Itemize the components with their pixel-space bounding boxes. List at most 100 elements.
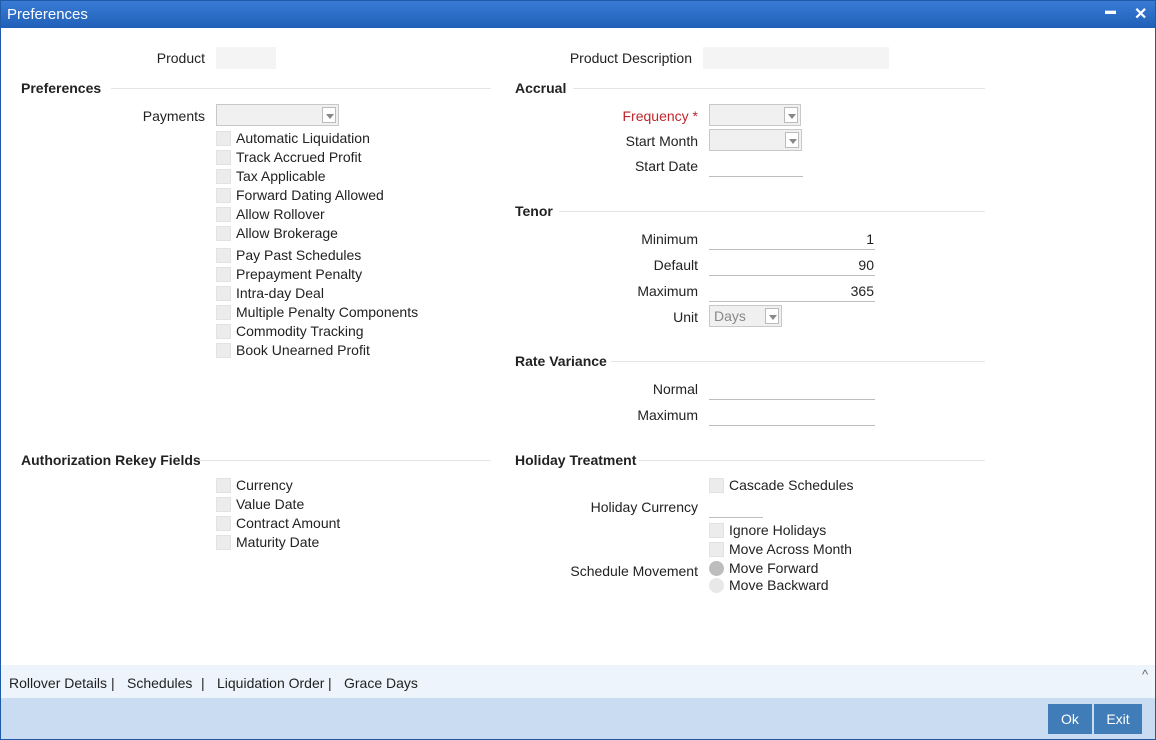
ignore-holidays-checkbox[interactable] [709, 523, 724, 538]
tenor-maximum-label: Maximum [637, 283, 698, 299]
minimize-icon[interactable]: ▬ [1105, 5, 1116, 17]
track-accrued-profit-label: Track Accrued Profit [236, 149, 362, 165]
book-unearned-profit-checkbox[interactable] [216, 343, 231, 358]
rekey-currency-label: Currency [236, 477, 293, 493]
prepayment-penalty-checkbox[interactable] [216, 267, 231, 282]
holiday-divider [639, 460, 985, 461]
rate-normal-label: Normal [652, 381, 698, 397]
start-date-field[interactable] [709, 155, 803, 177]
start-month-select[interactable] [709, 129, 802, 151]
product-label: Product [156, 50, 205, 66]
product-description-label: Product Description [569, 50, 692, 66]
collapse-chevron-icon[interactable]: ^ [1142, 667, 1148, 682]
start-month-label: Start Month [625, 133, 698, 149]
cascade-schedules-checkbox[interactable] [709, 478, 724, 493]
rollover-details-link[interactable]: Rollover Details [9, 675, 107, 691]
schedule-movement-label: Schedule Movement [570, 563, 698, 579]
start-date-label: Start Date [634, 158, 698, 174]
automatic-liquidation-checkbox[interactable] [216, 131, 231, 146]
move-backward-label: Move Backward [729, 577, 829, 593]
allow-rollover-checkbox[interactable] [216, 207, 231, 222]
holiday-section-title: Holiday Treatment [515, 452, 637, 468]
rate-variance-divider [611, 361, 985, 362]
product-field[interactable] [216, 47, 276, 69]
commodity-tracking-label: Commodity Tracking [236, 323, 364, 339]
pay-past-schedules-checkbox[interactable] [216, 248, 231, 263]
cascade-schedules-label: Cascade Schedules [729, 477, 854, 493]
product-description-field[interactable] [703, 47, 889, 69]
tenor-maximum-field[interactable]: 365 [709, 280, 875, 302]
auth-rekey-divider [199, 460, 491, 461]
tenor-minimum-label: Minimum [641, 231, 698, 247]
required-mark: * [692, 108, 698, 124]
tax-applicable-label: Tax Applicable [236, 168, 326, 184]
prepayment-penalty-label: Prepayment Penalty [236, 266, 363, 282]
grace-days-link[interactable]: Grace Days [344, 675, 418, 691]
preferences-section-title: Preferences [21, 80, 102, 96]
liquidation-order-link[interactable]: Liquidation Order [217, 675, 324, 691]
holiday-currency-label: Holiday Currency [590, 499, 698, 515]
tenor-divider [559, 211, 985, 212]
rate-normal-field[interactable] [709, 378, 875, 400]
title-bar: Preferences ▬ ✕ [1, 1, 1155, 28]
forward-dating-allowed-checkbox[interactable] [216, 188, 231, 203]
allow-brokerage-label: Allow Brokerage [236, 225, 338, 241]
schedules-link[interactable]: Schedules [127, 675, 192, 691]
rekey-currency-checkbox[interactable] [216, 478, 231, 493]
rate-maximum-label: Maximum [637, 407, 698, 423]
tenor-default-label: Default [653, 257, 698, 273]
track-accrued-profit-checkbox[interactable] [216, 150, 231, 165]
footer-separator: | [328, 675, 332, 691]
auth-rekey-section-title: Authorization Rekey Fields [21, 452, 201, 468]
chevron-down-icon [322, 107, 336, 123]
preferences-divider [111, 88, 491, 89]
multiple-penalty-components-label: Multiple Penalty Components [236, 304, 419, 320]
tenor-unit-select[interactable]: Days [709, 305, 782, 327]
rate-maximum-field[interactable] [709, 404, 875, 426]
move-across-month-label: Move Across Month [729, 541, 852, 557]
accrual-section-title: Accrual [515, 80, 567, 96]
rekey-value-date-label: Value Date [236, 496, 305, 512]
book-unearned-profit-label: Book Unearned Profit [236, 342, 370, 358]
holiday-currency-field[interactable] [709, 496, 763, 518]
intra-day-deal-checkbox[interactable] [216, 286, 231, 301]
window-title: Preferences [7, 6, 88, 23]
move-backward-radio[interactable] [709, 578, 724, 593]
tenor-default-field[interactable]: 90 [709, 254, 875, 276]
rate-variance-section-title: Rate Variance [515, 353, 607, 369]
tenor-minimum-field[interactable]: 1 [709, 228, 875, 250]
chevron-down-icon [784, 107, 798, 123]
move-forward-label: Move Forward [729, 560, 819, 576]
exit-button[interactable]: Exit [1094, 704, 1142, 734]
ignore-holidays-label: Ignore Holidays [729, 522, 827, 538]
rekey-value-date-checkbox[interactable] [216, 497, 231, 512]
chevron-down-icon [765, 308, 779, 324]
preferences-window: Preferences ▬ ✕ Product Product Descript… [0, 0, 1156, 740]
rekey-maturity-date-checkbox[interactable] [216, 535, 231, 550]
chevron-down-icon [785, 132, 799, 148]
close-icon[interactable]: ✕ [1134, 4, 1147, 24]
automatic-liquidation-label: Automatic Liquidation [236, 130, 370, 146]
move-across-month-checkbox[interactable] [709, 542, 724, 557]
allow-brokerage-checkbox[interactable] [216, 226, 231, 241]
multiple-penalty-components-checkbox[interactable] [216, 305, 231, 320]
footer-links-bar: Rollover Details | Schedules | Liquidati… [1, 665, 1155, 698]
tax-applicable-checkbox[interactable] [216, 169, 231, 184]
footer-separator: | [201, 675, 205, 691]
frequency-select[interactable] [709, 104, 801, 126]
forward-dating-allowed-label: Forward Dating Allowed [236, 187, 384, 203]
intra-day-deal-label: Intra-day Deal [236, 285, 324, 301]
commodity-tracking-checkbox[interactable] [216, 324, 231, 339]
tenor-unit-label: Unit [673, 309, 698, 325]
frequency-label: Frequency * [622, 108, 699, 124]
move-forward-radio[interactable] [709, 561, 724, 576]
rekey-contract-amount-label: Contract Amount [236, 515, 341, 531]
footer-separator: | [111, 675, 115, 691]
ok-button[interactable]: Ok [1048, 704, 1092, 734]
accrual-divider [573, 88, 985, 89]
payments-label: Payments [142, 108, 205, 124]
rekey-contract-amount-checkbox[interactable] [216, 516, 231, 531]
allow-rollover-label: Allow Rollover [236, 206, 325, 222]
payments-select[interactable] [216, 104, 339, 126]
pay-past-schedules-label: Pay Past Schedules [236, 247, 362, 263]
